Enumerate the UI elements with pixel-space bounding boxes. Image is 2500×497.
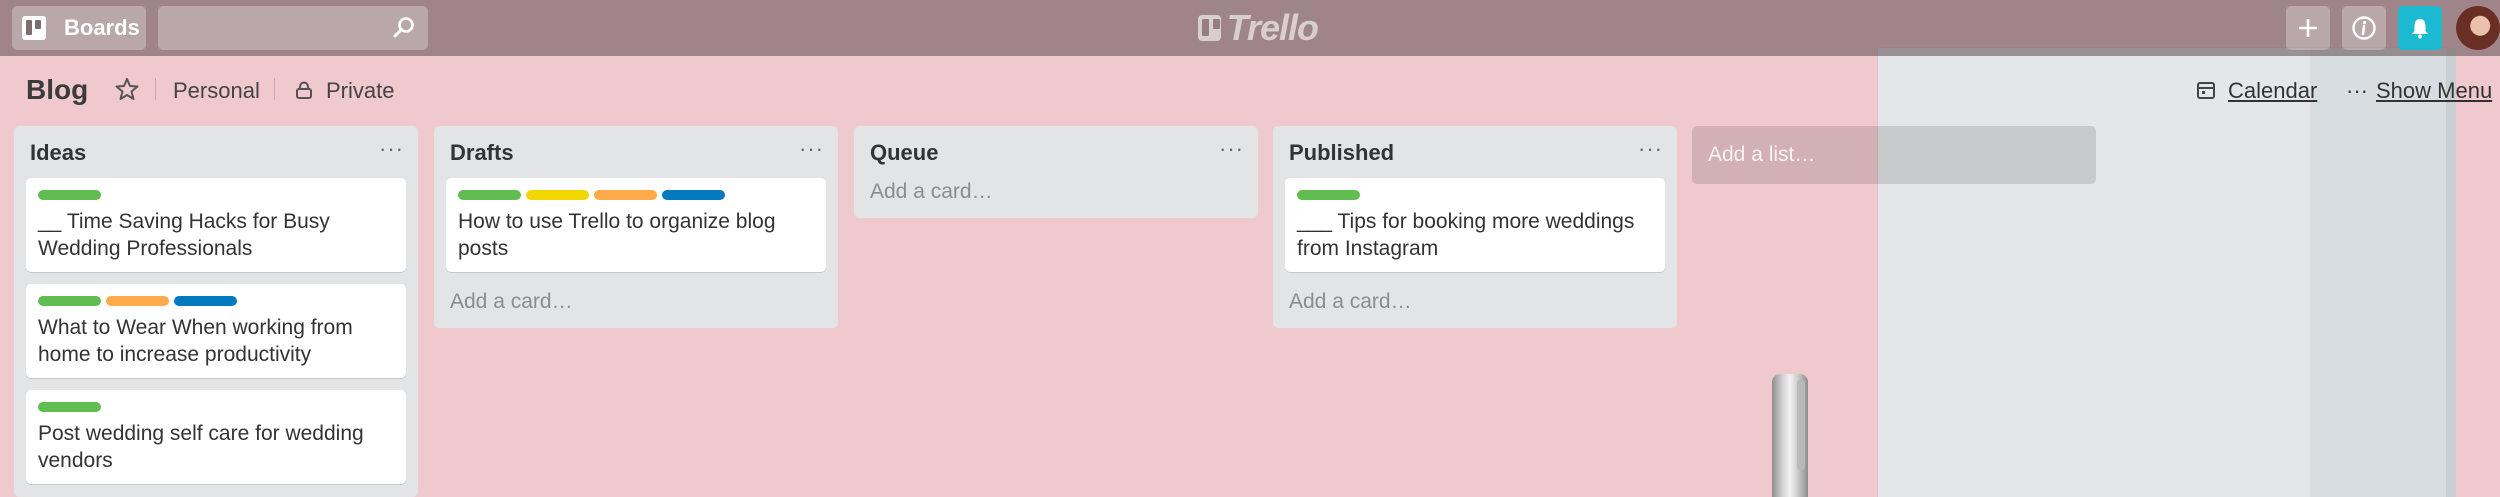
card-title: __ Time Saving Hacks for Busy Wedding Pr… <box>38 210 330 260</box>
add-card-button[interactable]: Add a card… <box>1273 284 1677 328</box>
avatar[interactable] <box>2456 6 2500 50</box>
more-icon[interactable]: ··· <box>2346 78 2368 104</box>
boards-icon <box>22 16 46 40</box>
lock-icon[interactable] <box>294 80 314 100</box>
card[interactable]: __ Time Saving Hacks for Busy Wedding Pr… <box>26 178 406 272</box>
list-header: Ideas ··· <box>14 126 418 178</box>
list-queue[interactable]: Queue ··· Add a card… <box>854 126 1258 218</box>
label-yellow <box>526 190 589 200</box>
info-icon <box>2352 16 2376 40</box>
team-button[interactable]: Personal <box>173 78 260 104</box>
card[interactable]: What to Wear When working from home to i… <box>26 284 406 378</box>
boards-label: Boards <box>64 15 140 40</box>
card[interactable]: How to use Trello to organize blog posts <box>446 178 826 272</box>
notifications-button[interactable] <box>2398 6 2442 50</box>
trello-logo-icon <box>1198 15 1221 41</box>
list-published[interactable]: Published ··· ___ Tips for booking more … <box>1273 126 1677 328</box>
calendar-button[interactable]: Calendar <box>2228 78 2317 104</box>
trello-logo[interactable]: Trello <box>1198 6 1319 50</box>
card-title: ___ Tips for booking more weddings from … <box>1297 210 1635 260</box>
add-list-label: Add a list… <box>1708 143 1816 166</box>
label-green <box>458 190 521 200</box>
list-menu-icon[interactable]: ··· <box>799 136 824 162</box>
search-icon[interactable] <box>392 16 416 40</box>
card[interactable]: Post wedding self care for wedding vendo… <box>26 390 406 484</box>
divider <box>155 78 156 100</box>
list-menu-icon[interactable]: ··· <box>1219 136 1244 162</box>
add-list-button[interactable]: Add a list… <box>1692 126 2096 184</box>
bell-icon <box>2412 19 2428 39</box>
list-title[interactable]: Published <box>1289 140 1394 166</box>
calendar-icon[interactable] <box>2196 80 2216 100</box>
add-card-button[interactable]: Add a card… <box>854 178 1258 218</box>
background-notebook-edge <box>2446 48 2456 497</box>
list-header: Drafts ··· <box>434 126 838 178</box>
card-title: What to Wear When working from home to i… <box>38 316 353 366</box>
label-orange <box>106 296 169 306</box>
trello-logo-text: Trello <box>1226 7 1319 48</box>
info-button[interactable] <box>2342 6 2386 50</box>
label-blue <box>174 296 237 306</box>
card[interactable]: ___ Tips for booking more weddings from … <box>1285 178 1665 272</box>
label-blue <box>662 190 725 200</box>
add-button[interactable] <box>2286 6 2330 50</box>
card-labels <box>38 296 394 306</box>
divider <box>274 78 275 100</box>
list-menu-icon[interactable]: ··· <box>1638 136 1663 162</box>
top-bar: Boards Trello <box>0 0 2500 56</box>
list-title[interactable]: Ideas <box>30 140 86 166</box>
show-menu-button[interactable]: Show Menu <box>2376 78 2492 104</box>
card-labels <box>1297 190 1653 200</box>
label-green <box>38 296 101 306</box>
card-labels <box>458 190 814 200</box>
list-header: Published ··· <box>1273 126 1677 178</box>
board-title[interactable]: Blog <box>26 74 88 106</box>
label-orange <box>594 190 657 200</box>
list-ideas[interactable]: Ideas ··· __ Time Saving Hacks for Busy … <box>14 126 418 497</box>
label-green <box>38 190 101 200</box>
search-input[interactable] <box>158 6 428 50</box>
card-labels <box>38 402 394 412</box>
list-title[interactable]: Drafts <box>450 140 514 166</box>
label-green <box>38 402 101 412</box>
privacy-button[interactable]: Private <box>326 78 394 104</box>
background-pen-clip <box>1797 380 1805 470</box>
list-title[interactable]: Queue <box>870 140 938 166</box>
list-drafts[interactable]: Drafts ··· How to use Trello to organize… <box>434 126 838 328</box>
star-icon[interactable] <box>114 76 140 102</box>
boards-button[interactable]: Boards <box>12 6 146 50</box>
list-menu-icon[interactable]: ··· <box>379 136 404 162</box>
list-header: Queue ··· <box>854 126 1258 178</box>
card-labels <box>38 190 394 200</box>
background-notebook-cover <box>2310 48 2448 497</box>
plus-icon <box>2299 19 2317 37</box>
label-green <box>1297 190 1360 200</box>
add-card-button[interactable]: Add a card… <box>434 284 838 328</box>
card-title: How to use Trello to organize blog posts <box>458 210 776 260</box>
card-title: Post wedding self care for wedding vendo… <box>38 422 364 472</box>
